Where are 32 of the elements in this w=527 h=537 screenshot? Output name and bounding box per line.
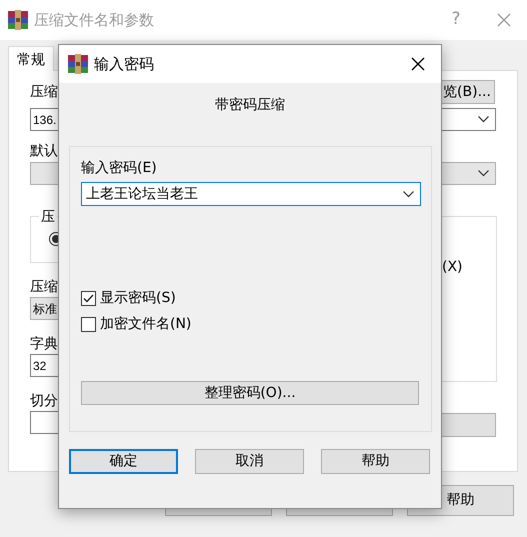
books-icon xyxy=(8,10,28,30)
field-value: 上老王论坛当老王 xyxy=(86,184,198,204)
dialog-heading: 带密码压缩 xyxy=(215,96,285,115)
option-label: (X) xyxy=(442,258,463,277)
browse-button[interactable]: 览(B)... xyxy=(439,80,495,104)
field-value: 136. xyxy=(33,112,56,128)
field-label: 压缩 xyxy=(30,82,58,102)
chevron-icon xyxy=(403,190,414,198)
close-icon xyxy=(497,13,511,27)
field-value: 32 xyxy=(33,358,46,374)
dialog-button[interactable]: 取消 xyxy=(195,449,304,474)
field-label: 输入密码(E) xyxy=(81,159,157,178)
close-icon xyxy=(411,57,425,71)
dialog-title: 输入密码 xyxy=(94,54,154,75)
books-icon xyxy=(68,54,88,74)
organize-passwords-button[interactable]: 整理密码(O)... xyxy=(81,381,419,405)
password-field[interactable]: 上老王论坛当老王 xyxy=(81,182,421,206)
field-label: 切分 xyxy=(30,392,58,411)
field-label: 字典 xyxy=(30,335,58,354)
checkbox-label: 加密文件名(N) xyxy=(100,314,192,334)
field-label: 压缩 xyxy=(30,278,58,297)
chevron-icon xyxy=(478,170,489,177)
chevron-icon xyxy=(478,116,489,123)
field-label: 默认 xyxy=(30,142,58,161)
tab[interactable]: 常规 xyxy=(8,46,54,71)
checkbox[interactable] xyxy=(81,316,96,332)
dialog-button[interactable]: 帮助 xyxy=(321,449,430,474)
window-title: 压缩文件名和参数 xyxy=(34,10,154,31)
field-value: 标准 xyxy=(33,300,57,318)
checkbox-label: 显示密码(S) xyxy=(100,288,176,308)
checkbox[interactable] xyxy=(81,290,96,306)
dialog-button[interactable]: 确定 xyxy=(69,449,178,474)
